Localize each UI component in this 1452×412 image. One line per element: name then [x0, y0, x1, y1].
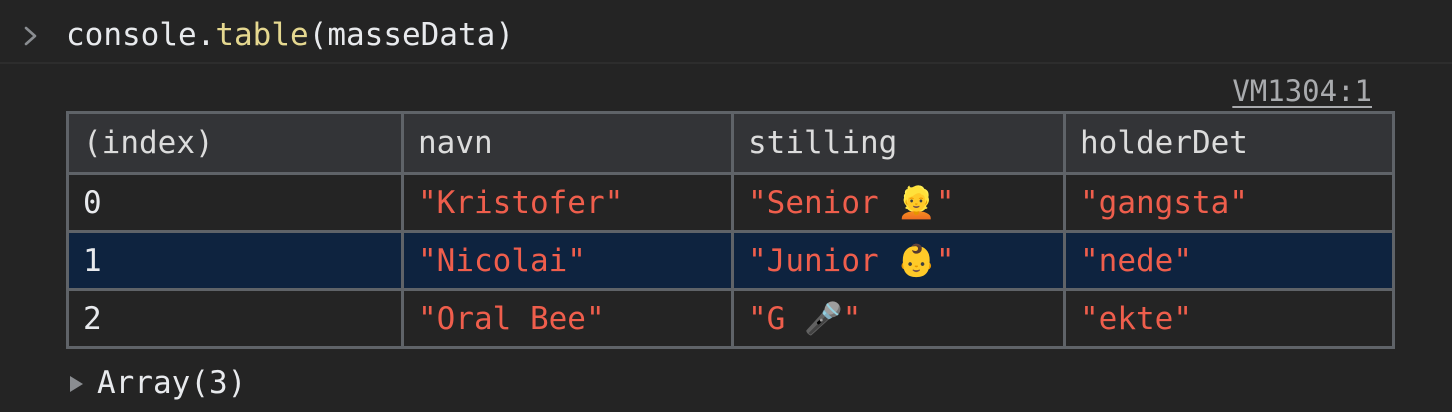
console-command: console.table(masseData) [66, 12, 514, 58]
code-close-paren: ) [495, 17, 514, 53]
array-summary[interactable]: Array(3) [70, 362, 246, 404]
cell-holderdet: "gangsta" [1063, 172, 1395, 233]
data-table: (index) navn stilling holderDet 0 "Krist… [66, 111, 1395, 349]
cell-index: 2 [66, 288, 404, 349]
triangle-right-icon[interactable] [70, 376, 83, 392]
column-header-navn[interactable]: navn [401, 111, 734, 175]
column-header-index[interactable]: (index) [66, 111, 404, 175]
code-open-paren: ( [308, 17, 328, 53]
console-table: (index) navn stilling holderDet 0 "Krist… [66, 111, 1395, 349]
console-input-line[interactable]: console.table(masseData) [0, 0, 1452, 64]
array-summary-label: Array(3) [97, 365, 247, 401]
table-row[interactable]: 2 "Oral Bee" "G 🎤" "ekte" [66, 288, 1395, 349]
code-dot: . [196, 17, 216, 53]
table-row[interactable]: 0 "Kristofer" "Senior 👱" "gangsta" [66, 172, 1395, 233]
cell-holderdet: "nede" [1063, 230, 1395, 291]
cell-stilling: "Senior 👱" [731, 172, 1066, 233]
code-method: table [215, 17, 309, 53]
cell-navn: "Kristofer" [401, 172, 734, 233]
cell-stilling: "G 🎤" [731, 288, 1066, 349]
source-location-link[interactable]: VM1304:1 [1232, 72, 1372, 110]
chevron-right-icon [24, 26, 37, 46]
cell-navn: "Oral Bee" [401, 288, 734, 349]
cell-holderdet: "ekte" [1063, 288, 1395, 349]
code-object: console [66, 17, 197, 53]
cell-navn: "Nicolai" [401, 230, 734, 291]
table-row-selected[interactable]: 1 "Nicolai" "Junior 👶" "nede" [66, 230, 1395, 291]
code-argument: masseData [327, 17, 496, 53]
table-header-row: (index) navn stilling holderDet [66, 111, 1395, 175]
column-header-holderdet[interactable]: holderDet [1063, 111, 1395, 175]
cell-index: 0 [66, 172, 404, 233]
cell-index: 1 [66, 230, 404, 291]
cell-stilling: "Junior 👶" [731, 230, 1066, 291]
column-header-stilling[interactable]: stilling [731, 111, 1066, 175]
